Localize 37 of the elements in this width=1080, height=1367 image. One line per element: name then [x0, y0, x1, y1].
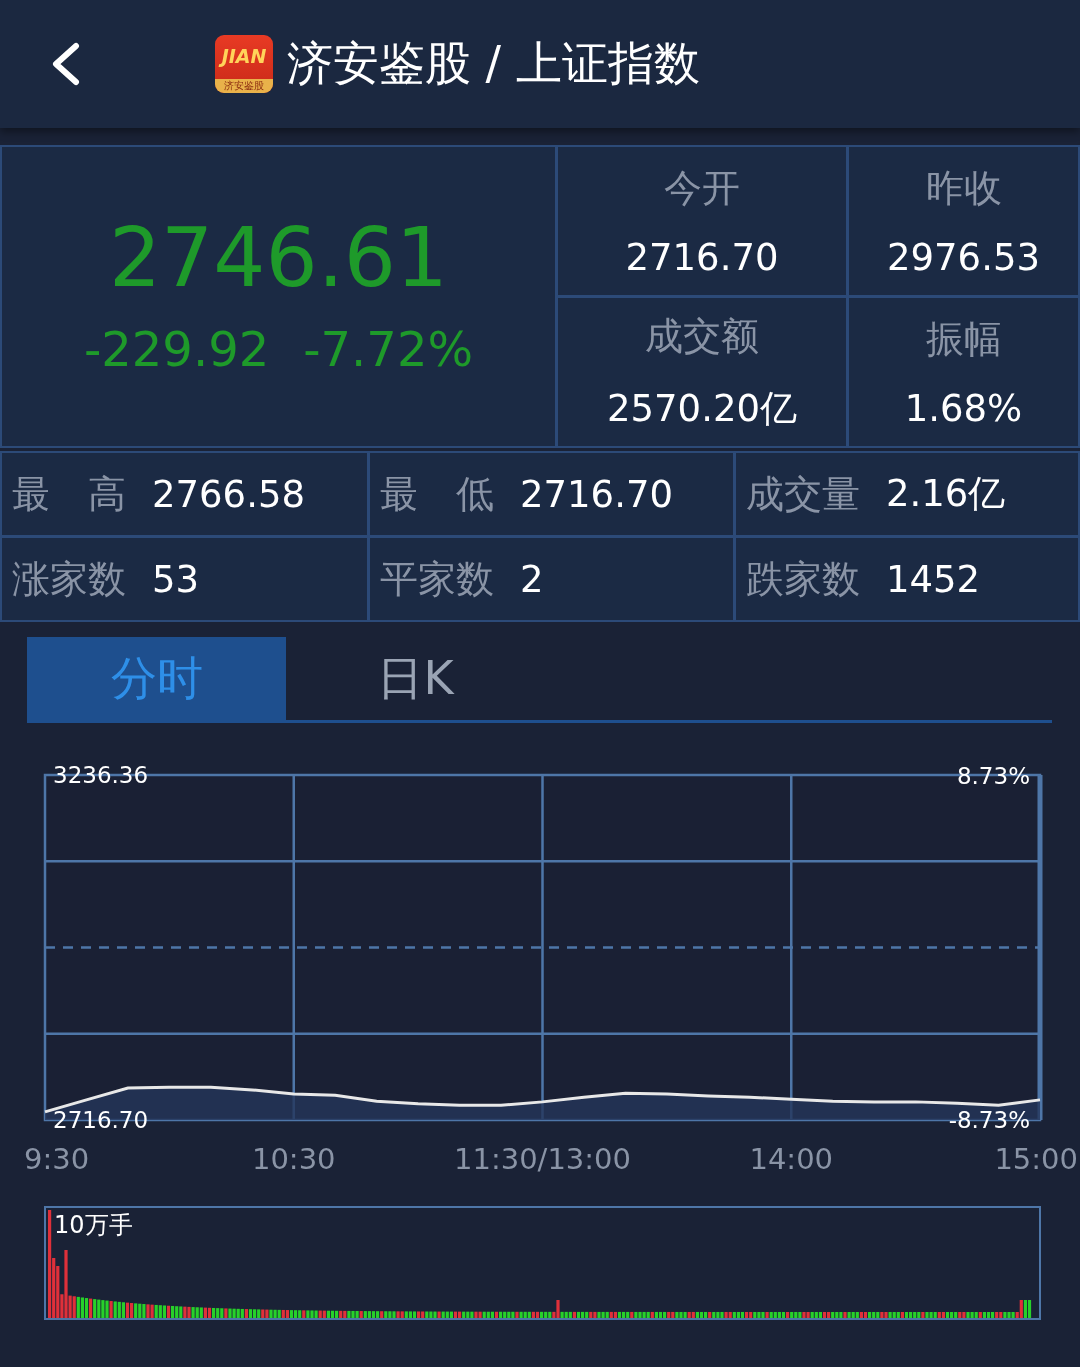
stat-label: 最 高: [12, 470, 126, 518]
stat-label: 振幅: [925, 316, 1002, 363]
stat-value: 2976.53: [887, 236, 1040, 279]
axis-label: 9:30: [24, 1142, 90, 1176]
axis-label: 10:30: [251, 1142, 336, 1176]
price-value: 2746.61: [108, 216, 449, 299]
axis-label: -8.73%: [948, 1107, 1030, 1133]
stat-value: 1.68%: [904, 387, 1023, 430]
stat-label: 昨收: [925, 165, 1002, 212]
stat-value: 2: [520, 557, 544, 601]
stat-value: 2716.70: [625, 236, 779, 279]
axis-label: 15:00: [994, 1142, 1078, 1176]
axis-label: 3236.36: [53, 762, 149, 788]
back-icon[interactable]: [50, 42, 80, 86]
stat-label: 跌家数: [746, 555, 860, 603]
axis-label: 2716.70: [53, 1107, 149, 1133]
stat-value: 2766.58: [152, 472, 305, 516]
app-logo: JIAN 济安鉴股: [215, 35, 273, 93]
price-change: -229.92: [83, 320, 270, 377]
axis-label: 8.73%: [956, 763, 1030, 789]
percent-change: -7.72%: [303, 320, 474, 377]
stat-label: 成交额: [645, 312, 759, 360]
stat-value: 2.16亿: [886, 471, 1006, 517]
page-title: 济安鉴股 / 上证指数: [287, 35, 700, 92]
stat-value: 1452: [886, 557, 981, 601]
stat-value: 2716.70: [520, 472, 673, 516]
stat-label: 平家数: [380, 555, 494, 603]
axis-label: 11:30/13:00: [454, 1142, 631, 1176]
stat-label: 今开: [664, 165, 740, 212]
chart-tab[interactable]: 日K: [286, 637, 545, 720]
stat-label: 成交量: [746, 470, 860, 518]
stat-value: 53: [152, 557, 200, 601]
stat-value: 2570.20亿: [607, 385, 797, 432]
stat-label: 涨家数: [12, 555, 126, 603]
stat-label: 最 低: [380, 470, 494, 518]
axis-label: 14:00: [749, 1142, 834, 1176]
unit-label: 10万手: [54, 1211, 133, 1239]
